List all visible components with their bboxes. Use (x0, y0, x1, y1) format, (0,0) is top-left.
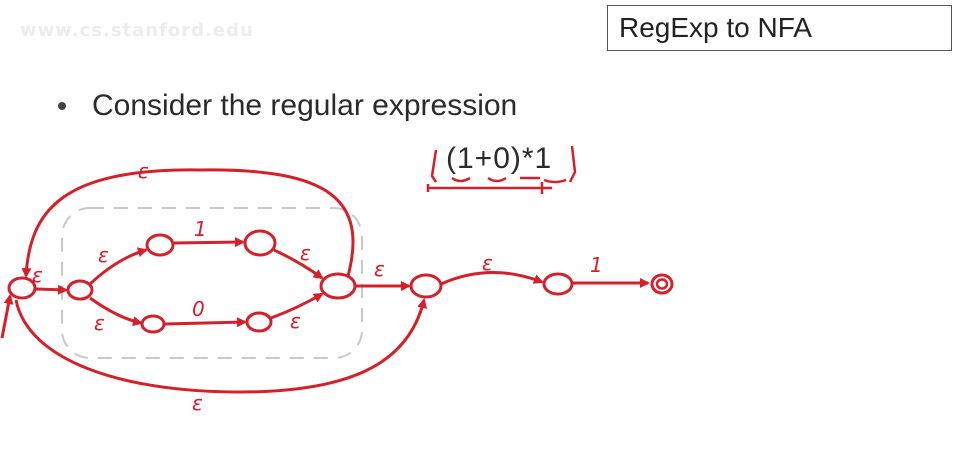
label-epsilon-exit: ε (482, 251, 493, 275)
state-star-exit (409, 273, 443, 299)
state-join (319, 272, 357, 300)
label-epsilon-split-zero: ε (94, 311, 105, 335)
state-accept-inner (655, 278, 669, 290)
label-epsilon-bypass: ε (192, 391, 203, 415)
state-accept (650, 273, 674, 295)
state-one-in (145, 233, 175, 257)
label-epsilon-join-exit: ε (374, 257, 385, 281)
state-zero-in (140, 314, 166, 334)
label-epsilon-loop: ε (138, 159, 149, 183)
state-one-out (243, 229, 277, 257)
state-zero-out (245, 311, 273, 333)
dashed-subexpression-box (61, 207, 363, 359)
label-epsilon-start: ε (32, 263, 43, 287)
regex-brackets (426, 145, 577, 194)
label-one-edge: 1 (194, 217, 207, 241)
edge-zero (164, 317, 247, 328)
label-zero-edge: 0 (192, 297, 205, 321)
nfa-diagram: ε ε ε ε 1 0 ε ε ε ε 1 ε (0, 145, 674, 415)
edge-start-split (35, 284, 68, 295)
edge-start-in (0, 294, 14, 339)
edge-one-join (273, 248, 324, 280)
label-epsilon-zero-join: ε (290, 309, 301, 333)
label-epsilon-split-one: ε (98, 243, 109, 267)
state-split (66, 279, 94, 301)
label-epsilon-one-join: ε (300, 241, 311, 265)
edge-one (173, 237, 245, 248)
label-one-final: 1 (590, 253, 603, 277)
state-before-one (542, 272, 574, 296)
